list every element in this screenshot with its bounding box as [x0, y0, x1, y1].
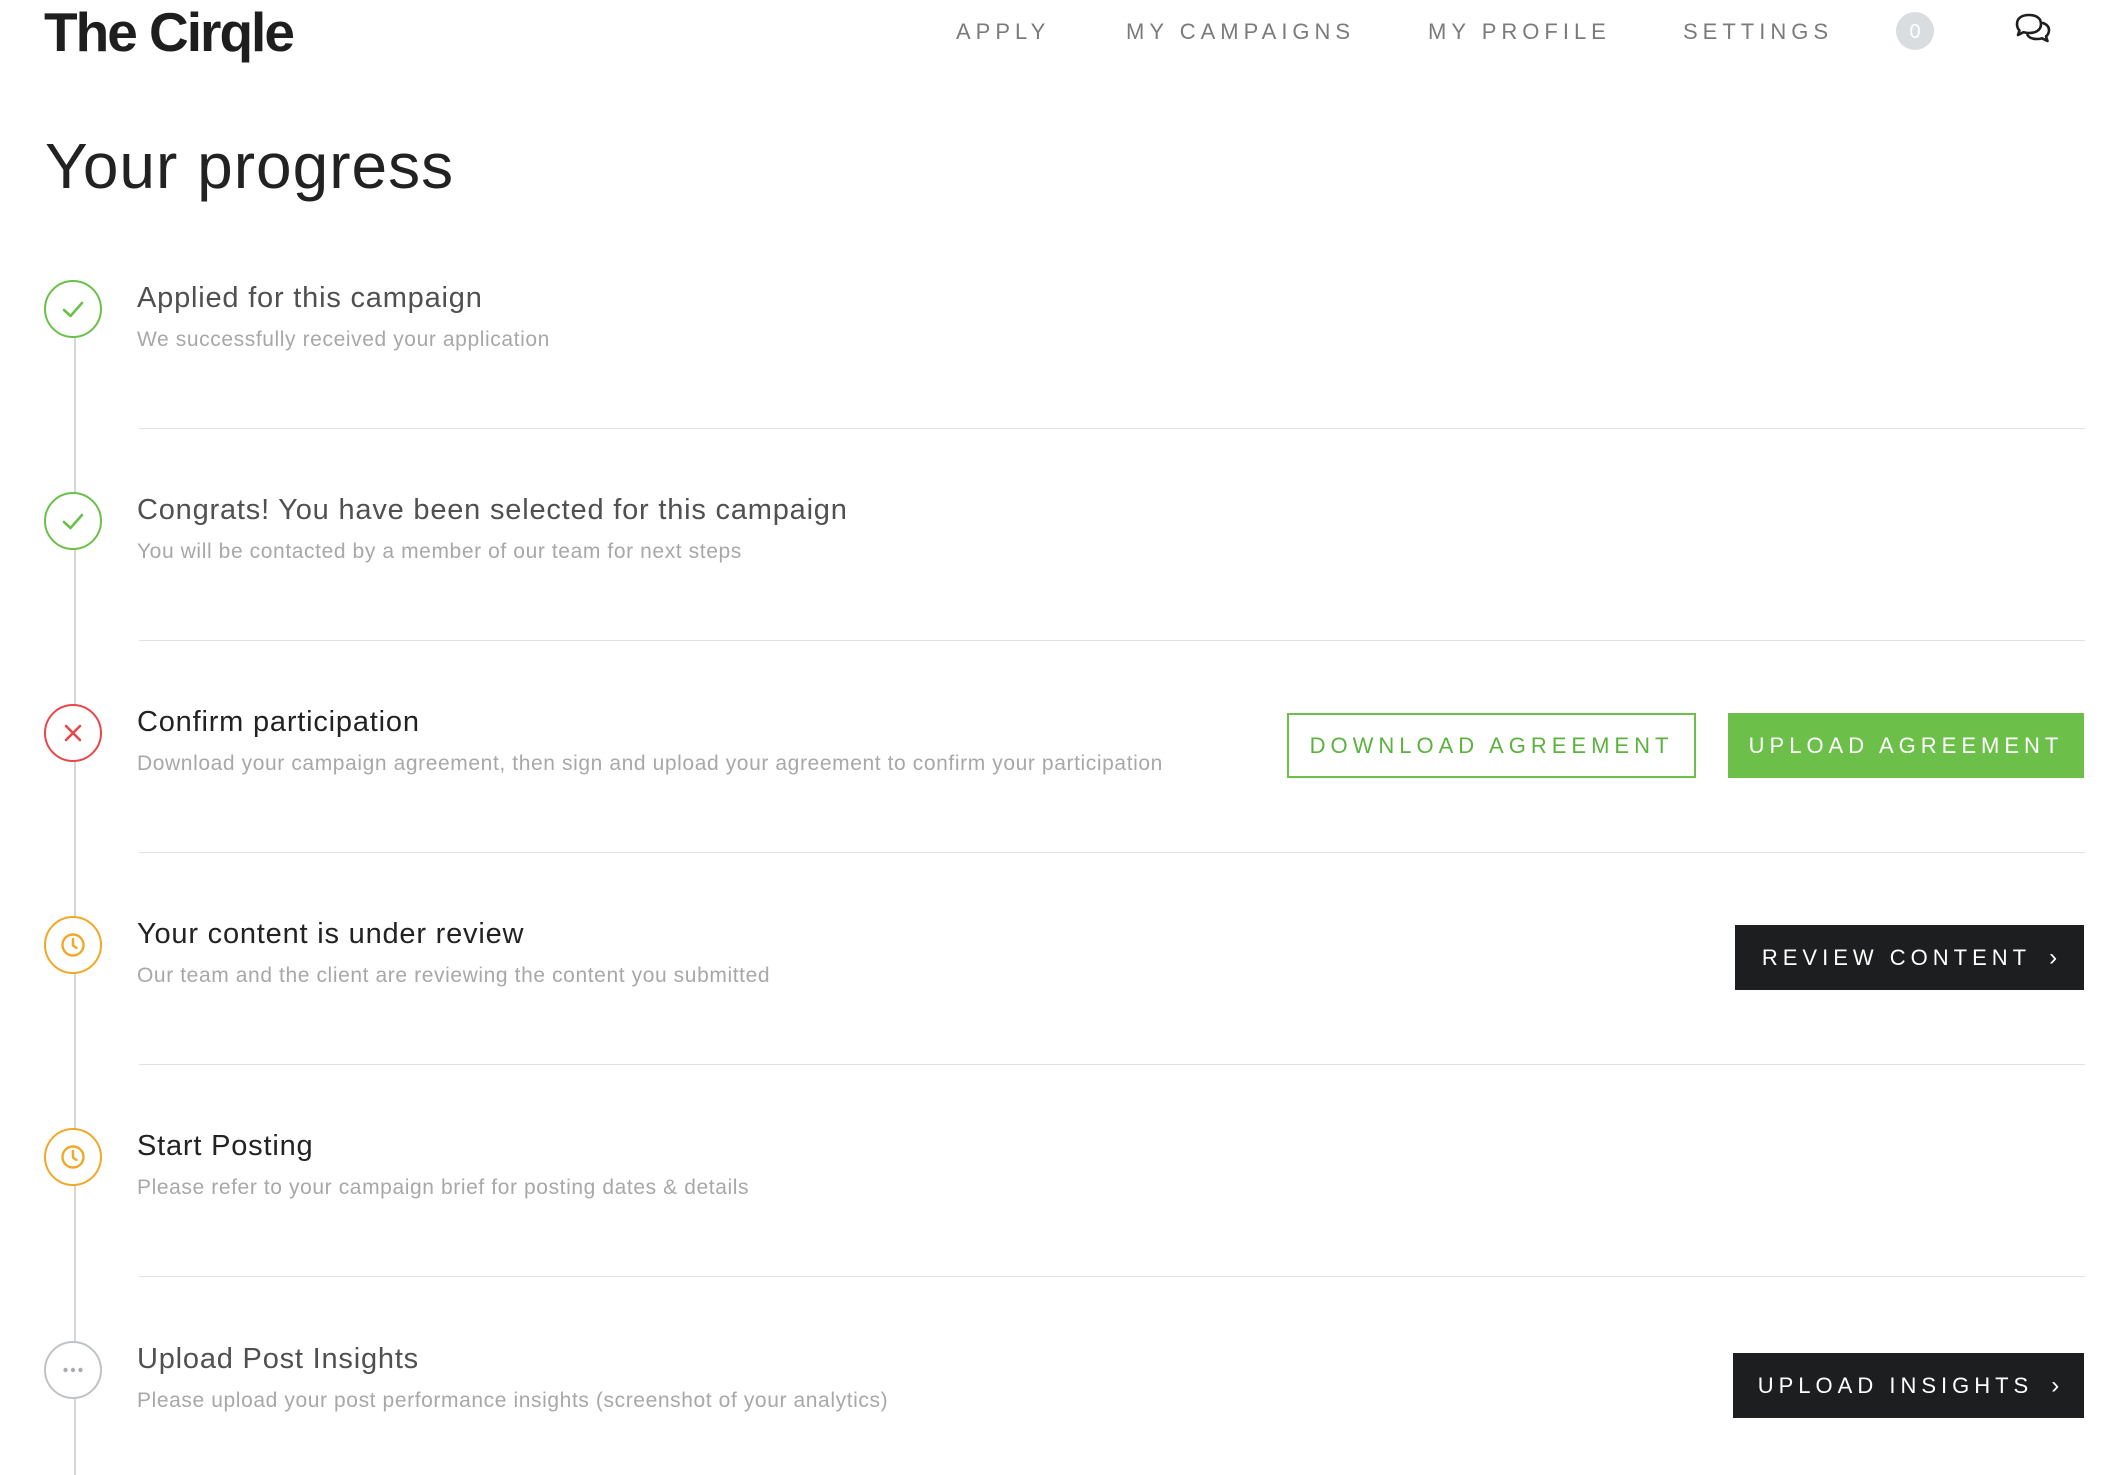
ellipsis-icon — [44, 1341, 102, 1399]
clock-icon — [44, 916, 102, 974]
notification-badge[interactable]: 0 — [1896, 12, 1934, 50]
step-description: Please upload your post performance insi… — [137, 1389, 889, 1412]
step-description: You will be contacted by a member of our… — [137, 540, 742, 563]
upload-agreement-button[interactable]: UPLOAD AGREEMENT — [1728, 713, 2084, 778]
step-title: Start Posting — [137, 1130, 314, 1162]
nav-settings[interactable]: SETTINGS — [1683, 18, 1833, 46]
divider — [139, 428, 2085, 429]
step-start-posting: Start Posting Please refer to your campa… — [0, 1128, 2115, 1340]
step-confirm-participation: Confirm participation Download your camp… — [0, 704, 2115, 916]
step-upload-insights: Upload Post Insights Please upload your … — [0, 1341, 2115, 1475]
step-title: Applied for this campaign — [137, 282, 483, 314]
step-applied: Applied for this campaign We successfull… — [0, 280, 2115, 492]
divider — [139, 1064, 2085, 1065]
check-icon — [44, 492, 102, 550]
step-description: Please refer to your campaign brief for … — [137, 1176, 750, 1199]
chevron-right-icon: › — [2049, 944, 2058, 971]
step-title: Congrats! You have been selected for thi… — [137, 494, 848, 526]
step-description: Our team and the client are reviewing th… — [137, 964, 771, 987]
step-title: Confirm participation — [137, 706, 420, 738]
divider — [139, 640, 2085, 641]
x-icon — [44, 704, 102, 762]
chat-bubbles-icon[interactable] — [2013, 12, 2053, 46]
step-description: Download your campaign agreement, then s… — [137, 752, 1163, 775]
top-header: The Cirqle APPLY MY CAMPAIGNS MY PROFILE… — [0, 0, 2115, 80]
page-title: Your progress — [45, 130, 455, 202]
step-description: We successfully received your applicatio… — [137, 328, 550, 351]
download-agreement-button[interactable]: DOWNLOAD AGREEMENT — [1287, 713, 1696, 778]
button-label: UPLOAD INSIGHTS — [1757, 1373, 2034, 1398]
button-label: REVIEW CONTENT — [1761, 945, 2032, 970]
step-title: Upload Post Insights — [137, 1343, 419, 1375]
step-content-review: Your content is under review Our team an… — [0, 916, 2115, 1128]
step-title: Your content is under review — [137, 918, 525, 950]
upload-insights-button[interactable]: UPLOAD INSIGHTS › — [1733, 1353, 2084, 1418]
divider — [139, 852, 2085, 853]
nav-apply[interactable]: APPLY — [956, 18, 1050, 46]
review-content-button[interactable]: REVIEW CONTENT › — [1735, 925, 2084, 990]
divider — [139, 1276, 2085, 1277]
nav-my-campaigns[interactable]: MY CAMPAIGNS — [1126, 18, 1355, 46]
nav-my-profile[interactable]: MY PROFILE — [1428, 18, 1611, 46]
check-icon — [44, 280, 102, 338]
step-selected: Congrats! You have been selected for thi… — [0, 492, 2115, 704]
clock-icon — [44, 1128, 102, 1186]
chevron-right-icon: › — [2051, 1372, 2060, 1399]
logo[interactable]: The Cirqle — [44, 2, 295, 62]
